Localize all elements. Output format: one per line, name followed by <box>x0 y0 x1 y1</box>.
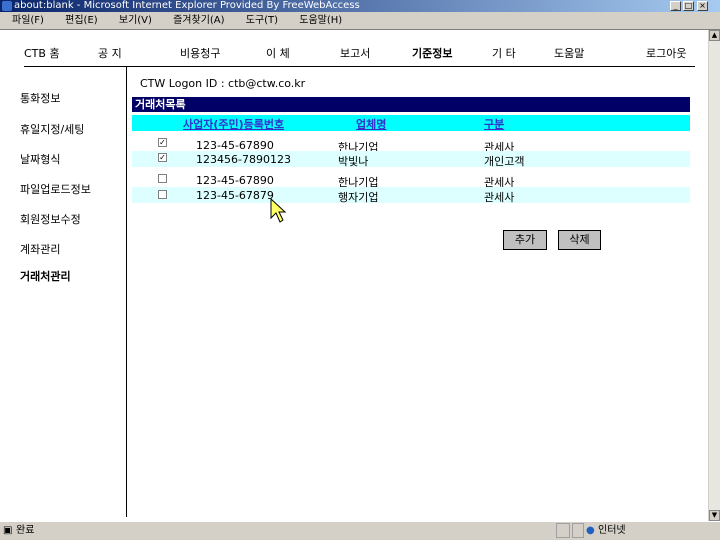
maximize-button[interactable]: □ <box>683 1 694 11</box>
table-row: ✓ 123456-7890123 박빛나 개인고객 <box>132 151 690 168</box>
menu-bar: 파일(F) 편집(E) 보기(V) 즐겨찾기(A) 도구(T) 도움말(H) <box>0 12 720 30</box>
menu-edit[interactable]: 편집(E) <box>65 15 98 26</box>
nav-logout[interactable]: 로그아웃 <box>646 45 686 61</box>
menu-tools[interactable]: 도구(T) <box>246 15 278 26</box>
status-text: 완료 <box>16 525 35 536</box>
divider <box>126 66 127 517</box>
reg-number: 123456-7890123 <box>196 153 291 166</box>
sidebar-item-clients[interactable]: 거래처관리 <box>20 268 71 284</box>
sidebar-item-account[interactable]: 계좌관리 <box>20 241 60 257</box>
window-title-bar: about:blank - Microsoft Internet Explore… <box>0 0 720 12</box>
company-name: 박빛나 <box>338 155 369 168</box>
nav-notice[interactable]: 공 지 <box>98 45 122 61</box>
page-icon: ▣ <box>3 525 13 536</box>
row-checkbox[interactable]: ✓ <box>158 138 167 147</box>
vertical-scrollbar[interactable]: ▲ ▼ <box>708 30 720 521</box>
add-button[interactable]: 추가 <box>503 230 547 250</box>
col-company[interactable]: 업체명 <box>356 116 386 132</box>
logon-id: CTW Logon ID : ctb@ctw.co.kr <box>140 77 306 90</box>
row-checkbox[interactable]: ✓ <box>158 153 167 162</box>
minimize-button[interactable]: _ <box>670 1 681 11</box>
table-header: 사업자(주민)등록번호 업체명 구분 <box>132 115 690 131</box>
globe-icon: ● <box>586 525 595 536</box>
sidebar-item-call-info[interactable]: 통화정보 <box>20 90 60 106</box>
table-row: ✓ 123-45-67890 한나기업 관세사 <box>132 136 690 154</box>
sidebar-item-holiday[interactable]: 휴일지정/세팅 <box>20 121 84 137</box>
reg-number: 123-45-67890 <box>196 174 274 187</box>
ie-icon <box>2 1 12 11</box>
close-button[interactable]: × <box>697 1 708 11</box>
table-row: 123-45-67890 한나기업 관세사 <box>132 172 690 189</box>
company-name: 행자기업 <box>338 191 379 204</box>
scroll-down-icon[interactable]: ▼ <box>709 510 720 521</box>
window-title: about:blank - Microsoft Internet Explore… <box>14 0 360 11</box>
menu-view[interactable]: 보기(V) <box>119 15 152 26</box>
nav-help[interactable]: 도움말 <box>554 45 584 61</box>
nav-home[interactable]: CTB 홈 <box>24 45 60 61</box>
mouse-cursor-icon <box>270 198 286 223</box>
row-checkbox[interactable] <box>158 174 167 183</box>
table-title: 거래처목록 <box>132 97 690 112</box>
row-checkbox[interactable] <box>158 190 167 199</box>
nav-master-data[interactable]: 기준정보 <box>412 45 452 61</box>
nav-reports[interactable]: 보고서 <box>340 45 370 61</box>
client-type: 개인고객 <box>484 155 525 168</box>
status-pane <box>556 523 570 538</box>
client-type: 관세사 <box>484 191 515 204</box>
delete-button[interactable]: 삭제 <box>558 230 601 250</box>
menu-help[interactable]: 도움말(H) <box>299 15 342 26</box>
nav-etc[interactable]: 기 타 <box>492 45 516 61</box>
zone-text: 인터넷 <box>598 525 626 536</box>
status-bar: ▣ 완료 ● 인터넷 <box>0 521 720 540</box>
sidebar-item-date-format[interactable]: 날짜형식 <box>20 151 60 167</box>
sidebar-item-file-upload[interactable]: 파일업로드정보 <box>20 181 91 197</box>
reg-number: 123-45-67879 <box>196 189 274 202</box>
divider <box>24 66 695 67</box>
menu-favorites[interactable]: 즐겨찾기(A) <box>173 15 224 26</box>
menu-file[interactable]: 파일(F) <box>12 15 44 26</box>
sidebar-item-member-edit[interactable]: 회원정보수정 <box>20 211 81 227</box>
nav-billing[interactable]: 비용청구 <box>180 45 220 61</box>
col-type[interactable]: 구분 <box>484 116 504 132</box>
scroll-up-icon[interactable]: ▲ <box>709 30 720 41</box>
status-pane <box>572 523 584 538</box>
nav-transfer[interactable]: 이 체 <box>266 45 290 61</box>
top-nav: CTB 홈 공 지 비용청구 이 체 보고서 기준정보 기 타 도움말 로그아웃 <box>24 45 696 61</box>
col-reg-number[interactable]: 사업자(주민)등록번호 <box>183 116 284 132</box>
table-row: 123-45-67879 행자기업 관세사 <box>132 187 690 204</box>
